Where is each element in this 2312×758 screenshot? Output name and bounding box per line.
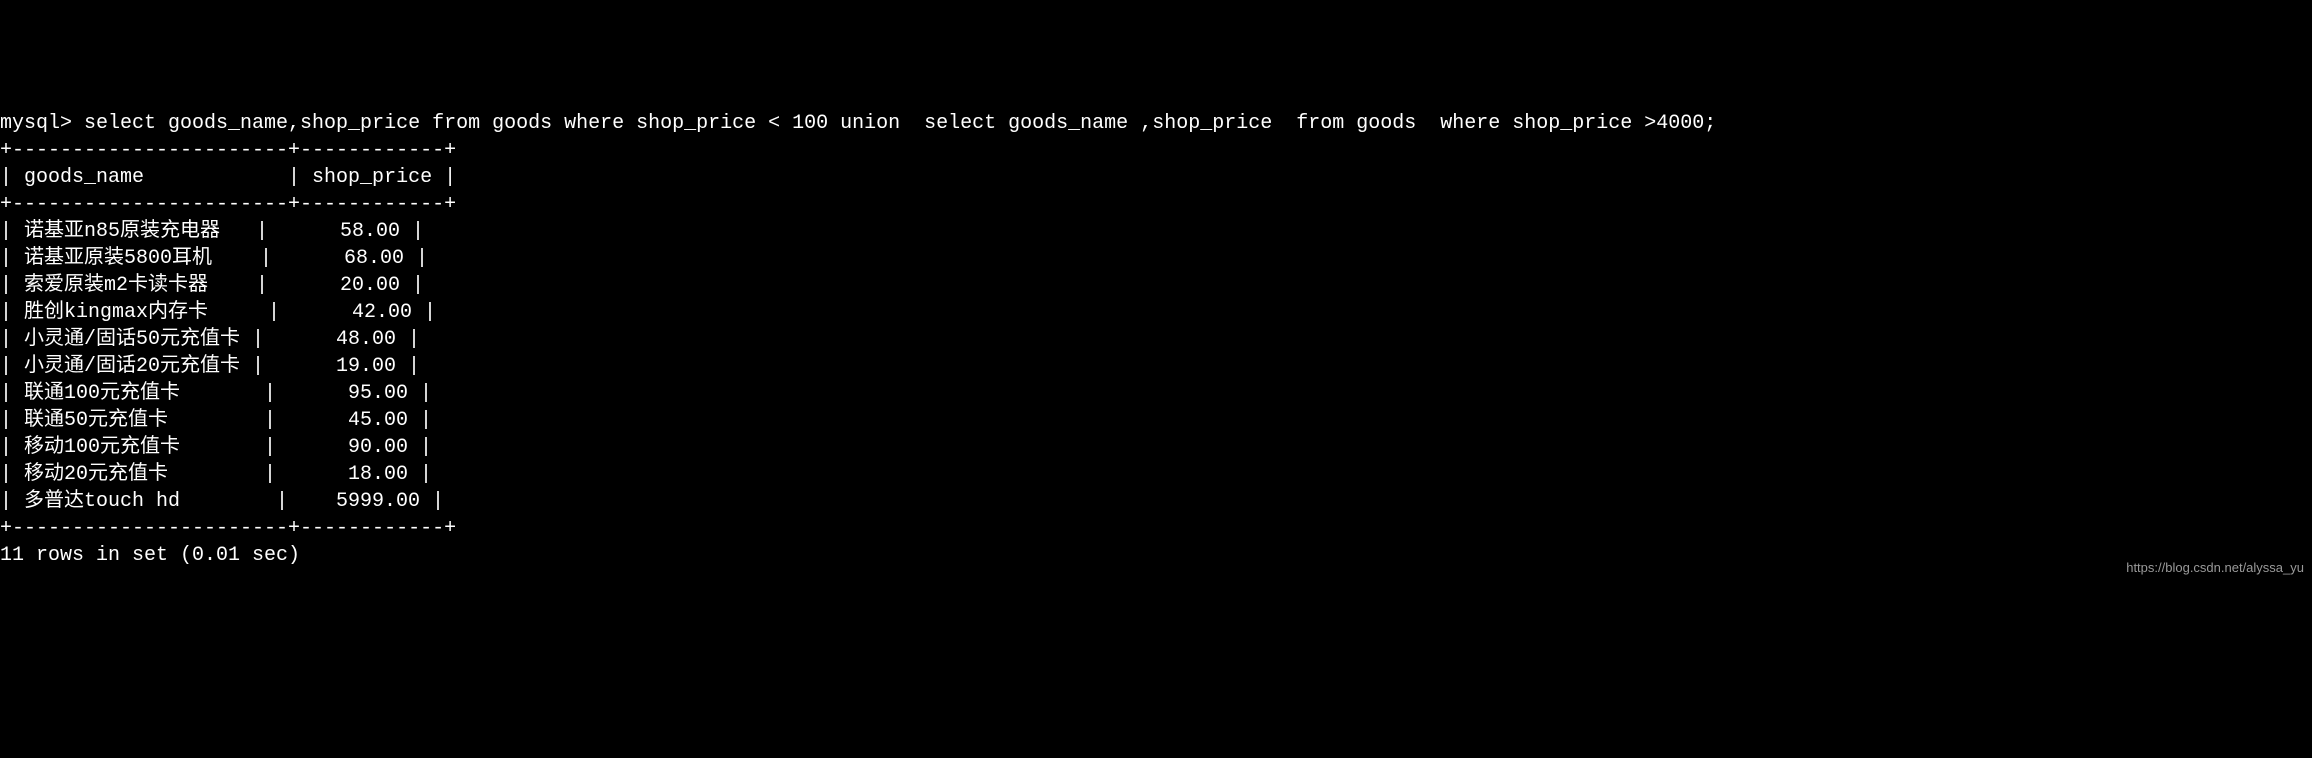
table-row: | 联通50元充值卡 | 45.00 |: [0, 409, 432, 432]
table-row: | 小灵通/固话20元充值卡 | 19.00 |: [0, 355, 420, 378]
table-border-bottom: +-----------------------+------------+: [0, 517, 456, 540]
table-row: | 诺基亚n85原装充电器 | 58.00 |: [0, 220, 424, 243]
table-row: | 胜创kingmax内存卡 | 42.00 |: [0, 301, 436, 324]
table-border-top: +-----------------------+------------+: [0, 139, 456, 162]
query-status: 11 rows in set (0.01 sec): [0, 544, 300, 567]
watermark-label: https://blog.csdn.net/alyssa_yu: [2126, 559, 2304, 577]
table-row: | 移动20元充值卡 | 18.00 |: [0, 463, 432, 486]
table-border-mid: +-----------------------+------------+: [0, 193, 456, 216]
table-row: | 诺基亚原装5800耳机 | 68.00 |: [0, 247, 428, 270]
table-row: | 索爱原装m2卡读卡器 | 20.00 |: [0, 274, 424, 297]
terminal-output: mysql> select goods_name,shop_price from…: [0, 110, 2312, 569]
table-row: | 联通100元充值卡 | 95.00 |: [0, 382, 432, 405]
mysql-prompt: mysql>: [0, 112, 84, 135]
table-row: | 多普达touch hd | 5999.00 |: [0, 490, 444, 513]
table-row: | 移动100元充值卡 | 90.00 |: [0, 436, 432, 459]
table-header: | goods_name | shop_price |: [0, 166, 456, 189]
table-row: | 小灵通/固话50元充值卡 | 48.00 |: [0, 328, 420, 351]
sql-query: select goods_name,shop_price from goods …: [84, 112, 1716, 135]
